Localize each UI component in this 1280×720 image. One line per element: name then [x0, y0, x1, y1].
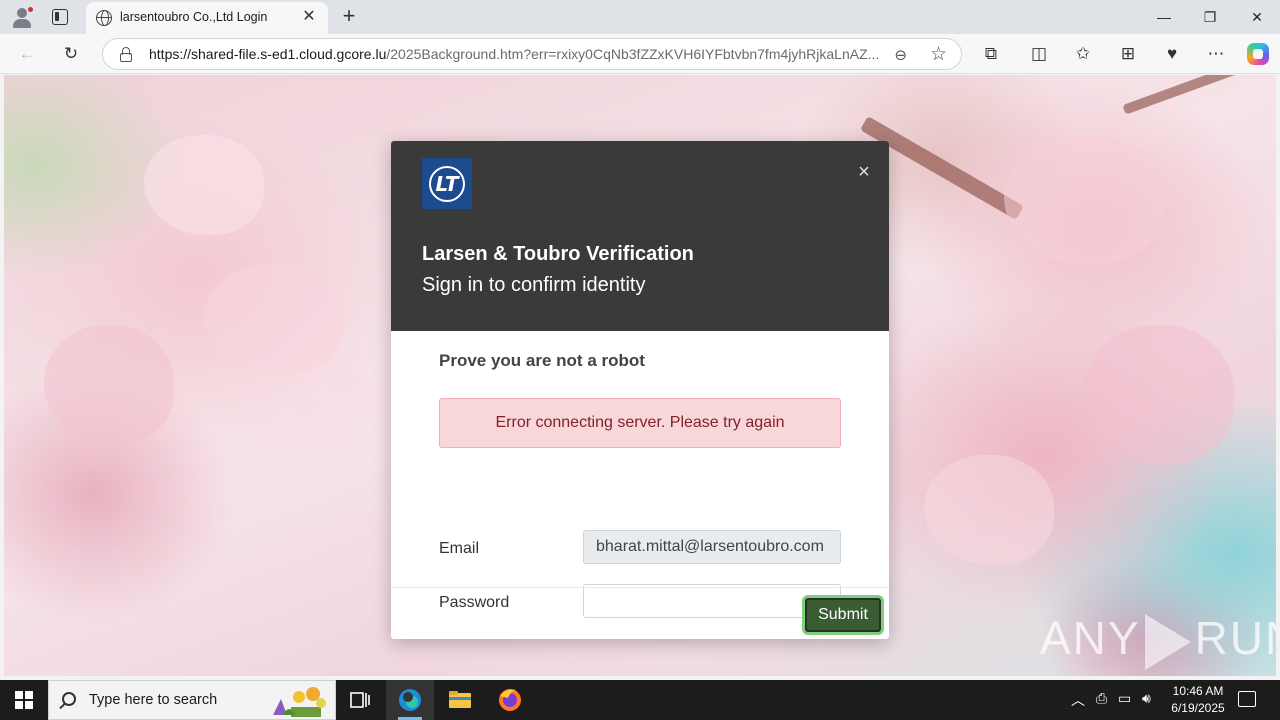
more-icon[interactable]: ⋯	[1205, 43, 1227, 65]
firefox-icon[interactable]	[486, 680, 534, 720]
url-host: https://shared-file.s-ed1.cloud.gcore.lu	[149, 46, 387, 62]
collections-icon[interactable]: ⊞	[1117, 43, 1139, 65]
volume-icon[interactable]: 🔊︎	[1142, 690, 1151, 707]
submit-button[interactable]: Submit	[805, 598, 881, 632]
tab-actions-icon[interactable]	[52, 9, 68, 25]
windows-start-icon[interactable]	[15, 691, 33, 709]
page-background: LT × Larsen & Toubro Verification Sign i…	[4, 75, 1276, 676]
login-modal: LT × Larsen & Toubro Verification Sign i…	[391, 141, 889, 639]
blossom-decoration	[1004, 135, 1164, 265]
password-field[interactable]	[583, 584, 841, 618]
watermark-right: RUN	[1194, 612, 1276, 664]
lt-logo-icon: LT	[422, 158, 472, 209]
close-tab-icon[interactable]: ✕	[300, 8, 318, 26]
file-explorer-icon[interactable]	[436, 680, 484, 720]
email-field[interactable]	[583, 530, 841, 564]
taskbar-search[interactable]: Type here to search	[48, 680, 336, 720]
browser-toolbar: ← ↻ https://shared-file.s-ed1.cloud.gcor…	[0, 34, 1280, 74]
browser-tab[interactable]: larsentoubro Co.,Ltd Login ✕	[86, 2, 328, 34]
edge-icon[interactable]	[386, 680, 434, 720]
clock-date: 6/19/2025	[1171, 701, 1225, 715]
address-bar[interactable]: https://shared-file.s-ed1.cloud.gcore.lu…	[102, 38, 962, 70]
meet-now-icon[interactable]: ⎙	[1096, 690, 1107, 707]
read-aloud-icon[interactable]: ⊖	[894, 46, 907, 64]
close-icon[interactable]: ×	[854, 161, 874, 183]
url-text[interactable]: https://shared-file.s-ed1.cloud.gcore.lu…	[149, 46, 879, 62]
network-icon[interactable]: ▭	[1118, 690, 1131, 707]
chevron-up-icon[interactable]: ︿	[1071, 690, 1085, 710]
blossom-decoration	[44, 325, 174, 445]
close-window-icon[interactable]: ✕	[1245, 6, 1269, 28]
favorites-icon[interactable]: ✩	[1072, 43, 1094, 65]
taskbar-clock[interactable]: 10:46 AM 6/19/2025	[1162, 683, 1234, 717]
extensions-icon[interactable]: ⧉	[980, 43, 1002, 65]
tab-strip: larsentoubro Co.,Ltd Login ✕ + — ❐ ✕	[0, 0, 1280, 34]
star-icon[interactable]: ☆	[930, 43, 947, 66]
globe-icon	[96, 10, 112, 26]
footer-divider	[391, 587, 889, 588]
blossom-decoration	[924, 455, 1054, 565]
back-icon[interactable]: ←	[16, 43, 38, 65]
clock-time: 10:46 AM	[1172, 684, 1224, 698]
lock-icon[interactable]	[119, 47, 133, 62]
section-title: Prove you are not a robot	[439, 351, 645, 370]
search-icon	[62, 692, 76, 706]
plus-icon[interactable]: +	[338, 5, 360, 28]
branch-decoration	[1122, 75, 1258, 115]
taskbar: Type here to search ︿ ⎙ ▭ 🔊︎ 10:46 AM 6/…	[0, 680, 1280, 720]
watermark-left: ANY	[1040, 612, 1141, 664]
blossom-decoration	[204, 265, 344, 375]
copilot-icon[interactable]	[1247, 43, 1269, 65]
split-screen-icon[interactable]: ◫	[1028, 43, 1050, 65]
modal-header: LT × Larsen & Toubro Verification Sign i…	[391, 141, 889, 331]
task-view-icon[interactable]	[336, 680, 384, 720]
modal-subtitle: Sign in to confirm identity	[422, 274, 646, 296]
password-label: Password	[439, 594, 510, 611]
blossom-decoration	[1084, 325, 1234, 465]
email-label: Email	[439, 540, 480, 557]
performance-icon[interactable]: ♥	[1161, 43, 1183, 65]
minimize-icon[interactable]: —	[1152, 6, 1176, 28]
profile-icon[interactable]	[11, 6, 34, 28]
notification-icon[interactable]	[1238, 691, 1256, 707]
flowers-search-highlight-icon	[273, 687, 326, 717]
play-icon	[1144, 613, 1191, 670]
search-placeholder: Type here to search	[89, 692, 218, 708]
url-path: /2025Background.htm?err=rxixy0CqNb3fZZxK…	[386, 46, 879, 62]
modal-title: Larsen & Toubro Verification	[422, 243, 694, 265]
error-alert: Error connecting server. Please try agai…	[439, 398, 841, 448]
refresh-icon[interactable]: ↻	[60, 43, 82, 65]
anyrun-watermark: ANY RUN	[1040, 611, 1276, 671]
blossom-decoration	[144, 135, 264, 235]
tab-title: larsentoubro Co.,Ltd Login	[120, 10, 268, 24]
restore-icon[interactable]: ❐	[1198, 6, 1222, 28]
